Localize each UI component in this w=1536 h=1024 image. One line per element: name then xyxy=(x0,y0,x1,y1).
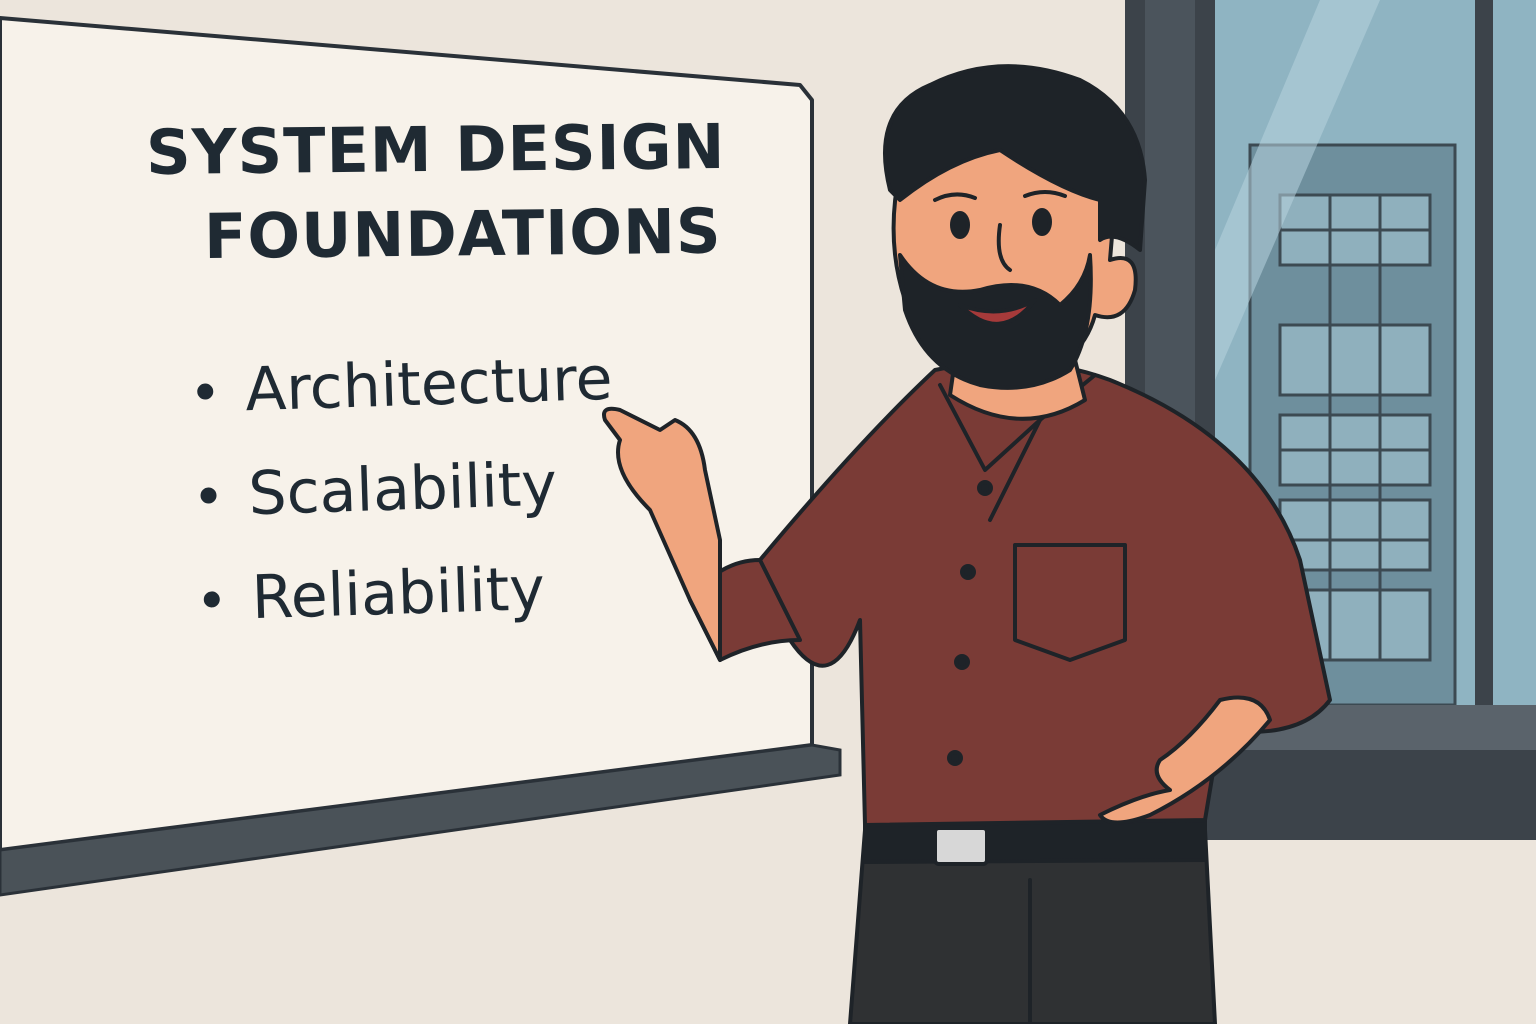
scene-illustration xyxy=(0,0,1536,1024)
shirt-button-icon xyxy=(947,750,963,766)
window-glass-right xyxy=(1493,0,1536,705)
belt-buckle-icon xyxy=(933,826,989,866)
right-eye xyxy=(1032,208,1052,236)
shirt-button-icon xyxy=(954,654,970,670)
window-base xyxy=(1190,750,1536,840)
presentation-scene: SYSTEM DESIGN FOUNDATIONS Architecture S… xyxy=(0,0,1536,1024)
window-mullion xyxy=(1475,0,1493,720)
whiteboard xyxy=(0,16,842,897)
shirt-button-icon xyxy=(977,480,993,496)
left-eye xyxy=(950,211,970,239)
shirt-button-icon xyxy=(960,564,976,580)
